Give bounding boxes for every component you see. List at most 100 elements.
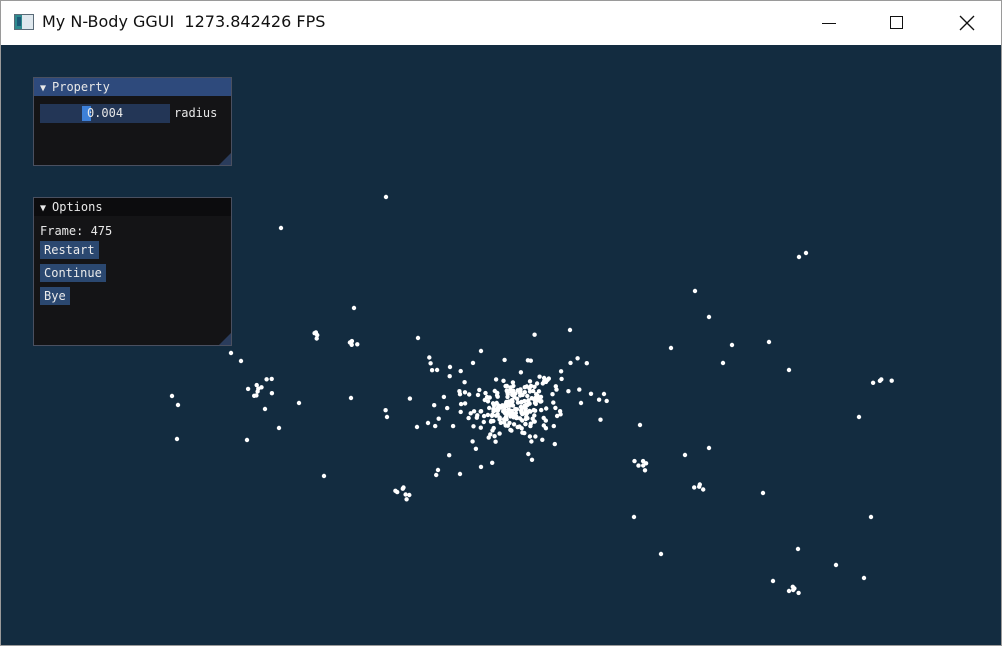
particle (879, 377, 884, 382)
triangle-down-icon[interactable]: ▼ (40, 80, 52, 98)
restart-button[interactable]: Restart (40, 241, 99, 259)
particle (518, 404, 524, 410)
particle (518, 370, 524, 375)
radius-slider[interactable]: 0.004 (40, 104, 170, 123)
particle (588, 391, 594, 396)
radius-label: radius (174, 106, 218, 120)
particle (796, 254, 802, 260)
particle (525, 393, 530, 399)
particle (475, 413, 480, 418)
particle (483, 390, 488, 396)
property-panel-titlebar[interactable]: ▼ Property (34, 78, 231, 96)
particle (889, 378, 894, 383)
particle (527, 379, 533, 384)
options-panel[interactable]: ▼ Options Frame: 475 Restart Continue Bye (33, 197, 232, 346)
particle (471, 409, 477, 414)
particle (791, 587, 796, 593)
particle (578, 400, 584, 406)
particle (254, 393, 259, 398)
particle (729, 342, 735, 348)
particle (450, 423, 456, 429)
particle (467, 392, 472, 397)
particle (551, 423, 556, 429)
close-button[interactable] (943, 1, 989, 45)
particle (511, 422, 517, 427)
particle (532, 397, 537, 402)
particle (720, 360, 726, 366)
particle (435, 467, 441, 473)
particle (428, 361, 433, 366)
particle (642, 468, 648, 473)
minimize-icon (822, 23, 836, 24)
particle (445, 405, 450, 411)
particle (470, 360, 476, 366)
particle (433, 423, 438, 429)
particle (404, 497, 409, 502)
particle (553, 384, 558, 389)
particle (636, 463, 641, 468)
title-bar[interactable]: My N-Body GGUI 1273.842426 FPS (1, 1, 1001, 45)
particle (441, 394, 447, 400)
minimize-button[interactable] (804, 1, 850, 45)
particle (513, 410, 518, 416)
particle (523, 402, 529, 408)
particle (532, 332, 537, 337)
particle (631, 514, 637, 520)
particle (856, 414, 862, 420)
triangle-down-icon[interactable]: ▼ (40, 200, 52, 218)
particle (522, 390, 527, 395)
particle (637, 422, 643, 428)
simulation-canvas[interactable]: ▼ Property 0.004 radius ▼ Options Frame: 4… (1, 45, 1001, 645)
particle (497, 417, 502, 422)
property-panel-title: Property (52, 80, 110, 94)
particle (531, 419, 537, 424)
property-panel[interactable]: ▼ Property 0.004 radius (33, 77, 232, 166)
particle (533, 434, 538, 439)
particle (706, 314, 712, 320)
particle (462, 380, 467, 385)
particle (553, 405, 558, 411)
particle (458, 409, 463, 415)
particle (491, 409, 496, 414)
particle (254, 382, 259, 388)
resize-grip[interactable] (219, 153, 231, 165)
particle (518, 393, 523, 398)
particle (269, 391, 275, 396)
particle (566, 389, 571, 394)
maximize-button[interactable] (873, 1, 919, 45)
app-window: My N-Body GGUI 1273.842426 FPS ▼ Property… (0, 0, 1002, 646)
particle (351, 305, 357, 311)
particle (492, 434, 497, 439)
particle (495, 394, 500, 399)
app-window-icon (14, 14, 34, 30)
particle (540, 437, 545, 442)
particle (537, 374, 542, 379)
particle (478, 425, 483, 430)
particle (604, 398, 609, 404)
particle (276, 425, 282, 431)
options-panel-titlebar[interactable]: ▼ Options (34, 198, 231, 216)
particle (462, 390, 468, 395)
particle (414, 424, 420, 430)
particle (262, 406, 268, 412)
particle (658, 551, 664, 557)
particle (485, 412, 491, 418)
resize-grip[interactable] (219, 333, 231, 345)
particle (447, 374, 452, 379)
particle (315, 332, 320, 338)
particle (434, 367, 440, 373)
particle (511, 383, 516, 389)
particle (501, 378, 506, 383)
particle (786, 367, 792, 373)
particle (536, 389, 542, 394)
continue-button[interactable]: Continue (40, 264, 106, 282)
particle (796, 590, 801, 596)
particle (475, 392, 481, 398)
particle (522, 398, 527, 404)
frame-counter: Frame: 475 (40, 224, 113, 238)
particle (174, 436, 180, 442)
particle (534, 381, 540, 386)
particle (478, 464, 484, 470)
bye-button[interactable]: Bye (40, 287, 70, 305)
particle (457, 389, 462, 394)
